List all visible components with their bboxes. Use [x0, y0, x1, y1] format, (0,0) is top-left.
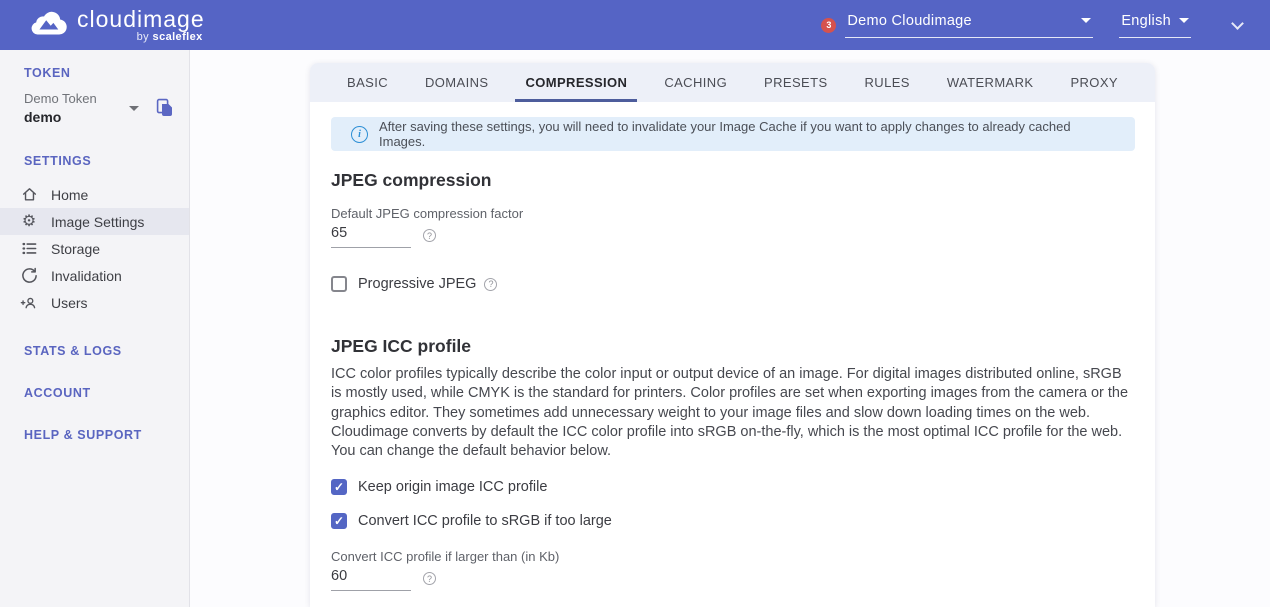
- topbar-right: 3 Demo Cloudimage English: [821, 13, 1242, 38]
- token-section-header: TOKEN: [0, 50, 189, 80]
- progressive-jpeg-label: Progressive JPEG: [358, 276, 476, 292]
- tab-presets[interactable]: PRESETS: [754, 63, 837, 102]
- tab-domains[interactable]: DOMAINS: [415, 63, 498, 102]
- sidebar-item-label: Users: [51, 295, 88, 311]
- sidebar-item-label: Home: [51, 187, 88, 203]
- help-icon[interactable]: ?: [423, 572, 436, 585]
- sidebar-item-image-settings[interactable]: ⚙ Image Settings: [0, 208, 189, 235]
- tab-compression[interactable]: COMPRESSION: [515, 63, 637, 102]
- settings-section-header: SETTINGS: [0, 154, 189, 168]
- sidebar-item-users[interactable]: Users: [0, 289, 189, 316]
- project-select[interactable]: Demo Cloudimage: [845, 13, 1093, 38]
- sidebar-section-account[interactable]: ACCOUNT: [0, 386, 189, 400]
- sidebar: TOKEN Demo Token demo SETTINGS Home: [0, 50, 190, 607]
- icc-threshold-input[interactable]: [331, 566, 411, 591]
- user-add-icon: [20, 294, 38, 311]
- info-icon: i: [351, 126, 368, 143]
- token-dropdown-caret-icon: [129, 106, 139, 111]
- sidebar-item-storage[interactable]: Storage: [0, 235, 189, 262]
- token-info: Demo Token demo: [24, 91, 129, 125]
- refresh-icon: [20, 267, 38, 284]
- jpeg-compression-heading: JPEG compression: [331, 170, 1135, 190]
- icc-threshold-row: ?: [331, 566, 1135, 591]
- topbar: cloudimage by scaleflex 3 Demo Cloudimag…: [0, 0, 1270, 50]
- convert-icc-label: Convert ICC profile to sRGB if too large: [358, 513, 612, 529]
- convert-icc-checkbox[interactable]: [331, 513, 347, 529]
- tab-basic[interactable]: BASIC: [337, 63, 398, 102]
- brand-byline: by scaleflex: [77, 31, 205, 43]
- chevron-down-icon[interactable]: [1231, 17, 1244, 30]
- sidebar-item-label: Invalidation: [51, 268, 122, 284]
- sidebar-nav: Home ⚙ Image Settings Storage Invalidati…: [0, 181, 189, 316]
- language-select[interactable]: English: [1119, 13, 1191, 38]
- help-icon[interactable]: ?: [484, 278, 497, 291]
- keep-icc-label: Keep origin image ICC profile: [358, 479, 547, 495]
- gear-icon: ⚙: [20, 214, 38, 230]
- icc-threshold-label: Convert ICC profile if larger than (in K…: [331, 549, 1135, 564]
- convert-icc-row: Convert ICC profile to sRGB if too large: [331, 513, 1135, 529]
- notification-badge: 3: [821, 18, 836, 33]
- brand-name: cloudimage: [77, 7, 205, 31]
- project-select-value: Demo Cloudimage: [847, 13, 972, 29]
- storage-list-icon: [20, 240, 38, 257]
- token-name-label: Demo Token: [24, 91, 129, 106]
- brand-wordmark: cloudimage by scaleflex: [77, 7, 205, 43]
- help-icon[interactable]: ?: [423, 229, 436, 242]
- sidebar-section-help-support[interactable]: HELP & SUPPORT: [0, 428, 189, 442]
- token-selector[interactable]: Demo Token demo: [0, 91, 189, 125]
- main-area: BASIC DOMAINS COMPRESSION CACHING PRESET…: [190, 50, 1270, 607]
- language-select-value: English: [1121, 13, 1171, 29]
- sidebar-item-label: Image Settings: [51, 214, 144, 230]
- compression-factor-input[interactable]: [331, 223, 411, 248]
- progressive-jpeg-checkbox[interactable]: [331, 276, 347, 292]
- icc-profile-heading: JPEG ICC profile: [331, 336, 1135, 356]
- caret-down-icon: [1081, 18, 1091, 23]
- caret-down-icon: [1179, 18, 1189, 23]
- sidebar-section-stats-logs[interactable]: STATS & LOGS: [0, 344, 189, 358]
- compression-factor-label: Default JPEG compression factor: [331, 206, 1135, 221]
- sidebar-item-home[interactable]: Home: [0, 181, 189, 208]
- tab-caching[interactable]: CACHING: [654, 63, 737, 102]
- icc-profile-description: ICC color profiles typically describe th…: [331, 365, 1135, 461]
- settings-card: BASIC DOMAINS COMPRESSION CACHING PRESET…: [310, 63, 1155, 607]
- tab-content: i After saving these settings, you will …: [310, 102, 1155, 591]
- tab-proxy[interactable]: PROXY: [1060, 63, 1128, 102]
- brand-logo[interactable]: cloudimage by scaleflex: [28, 7, 205, 43]
- banner-text: After saving these settings, you will ne…: [379, 119, 1115, 149]
- tab-watermark[interactable]: WATERMARK: [937, 63, 1044, 102]
- token-value: demo: [24, 109, 129, 125]
- progressive-jpeg-row: Progressive JPEG ?: [331, 276, 1135, 292]
- compression-factor-row: ?: [331, 223, 1135, 248]
- sidebar-item-label: Storage: [51, 241, 100, 257]
- keep-icc-checkbox[interactable]: [331, 479, 347, 495]
- keep-icc-row: Keep origin image ICC profile: [331, 479, 1135, 495]
- tab-rules[interactable]: RULES: [855, 63, 920, 102]
- sidebar-item-invalidation[interactable]: Invalidation: [0, 262, 189, 289]
- cloud-logo-icon: [28, 7, 68, 36]
- info-banner: i After saving these settings, you will …: [331, 117, 1135, 151]
- home-icon: [20, 186, 38, 203]
- copy-token-icon[interactable]: [156, 98, 174, 118]
- tab-bar: BASIC DOMAINS COMPRESSION CACHING PRESET…: [310, 63, 1155, 102]
